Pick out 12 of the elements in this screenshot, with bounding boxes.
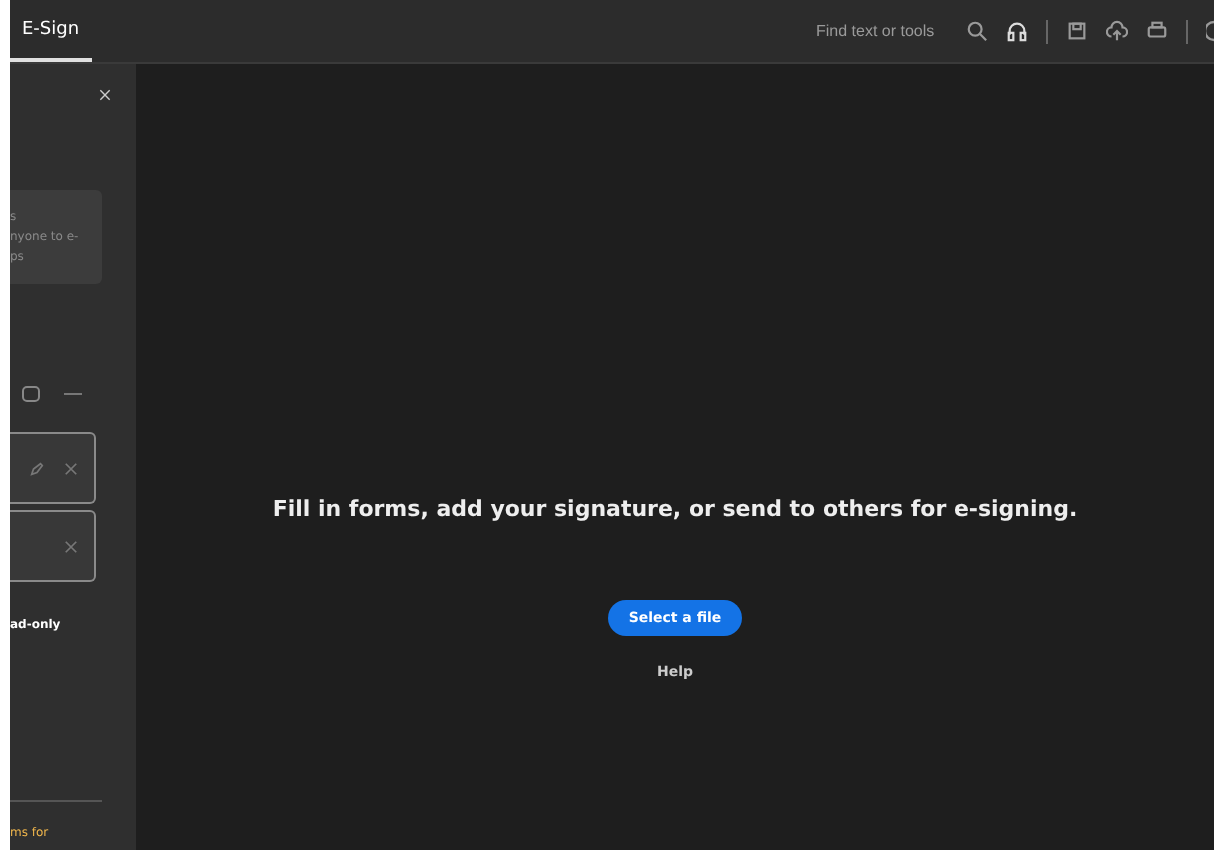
upload-icon[interactable] xyxy=(1106,20,1128,42)
input-field[interactable] xyxy=(10,510,96,582)
search-field[interactable]: Find text or tools xyxy=(816,22,960,40)
pen-icon[interactable] xyxy=(30,461,44,475)
save-icon[interactable] xyxy=(1066,20,1088,42)
minus-icon[interactable] xyxy=(64,392,82,396)
headphones-icon[interactable] xyxy=(1006,20,1028,42)
print-icon[interactable] xyxy=(1146,20,1168,42)
input-field[interactable] xyxy=(10,432,96,504)
search-icon[interactable] xyxy=(966,20,988,42)
heading: Fill in forms, add your signature, or send to others for e-signing. xyxy=(272,495,1078,521)
square-icon[interactable] xyxy=(22,386,40,402)
